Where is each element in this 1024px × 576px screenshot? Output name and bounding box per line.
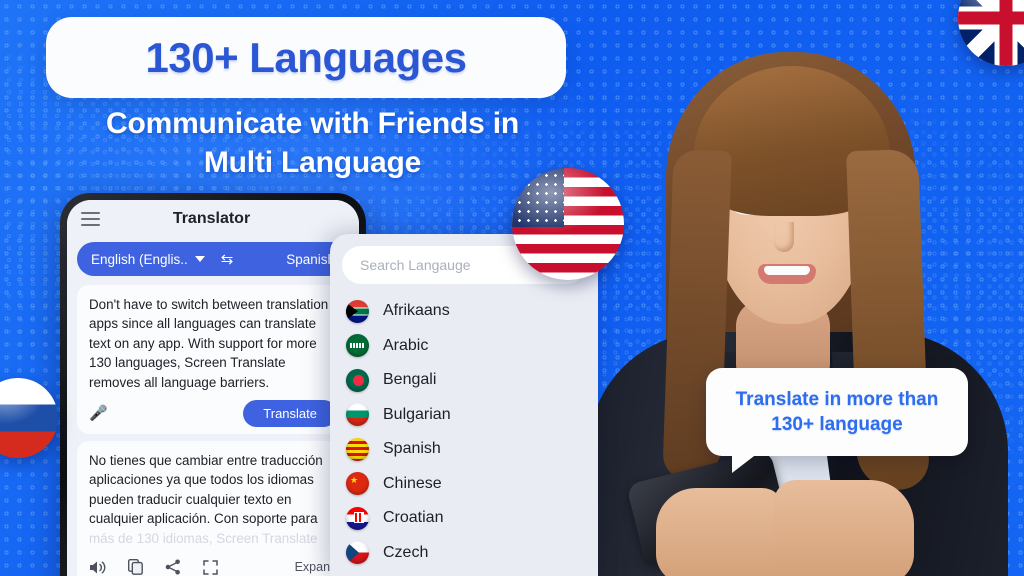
app-bar: Translator [67,200,359,238]
flag-badge-united-states [512,168,624,280]
language-list-item[interactable]: Czech [330,536,598,571]
russia-flag-icon [0,378,58,458]
copy-icon[interactable] [128,559,143,575]
language-name: Croatian [383,509,444,527]
flag-badge-united-kingdom [958,0,1024,66]
share-icon[interactable] [165,559,181,575]
swap-arrows-icon[interactable]: ⇆ [221,252,234,267]
hand-right [774,480,914,576]
uk-flag-cross [958,0,1024,66]
language-list-item[interactable]: Spanish [330,432,598,467]
source-language-selector[interactable]: English (Englis.. [91,252,205,267]
language-list-item[interactable]: Croatian [330,501,598,536]
hand-left [656,488,784,576]
language-name: Afrikaans [383,302,450,320]
language-list-item[interactable]: Bengali [330,363,598,398]
language-name: Czech [383,543,429,561]
fullscreen-icon[interactable] [203,559,218,575]
nose [774,222,794,252]
flag-czech-icon [346,541,369,565]
source-language-label: English (Englis.. [91,251,188,267]
us-flag-icon [512,168,624,280]
flag-catalonia-icon [346,437,369,461]
source-text[interactable]: Don't have to switch between translation… [89,295,337,392]
language-list-item[interactable]: Arabic [330,329,598,364]
us-flag-canton [512,168,564,228]
translate-button[interactable]: Translate [243,399,337,427]
result-text: No tienes que cambiar entre traducción a… [89,453,323,527]
headline-card: 130+ Languages [46,17,566,98]
language-name: Bulgarian [383,405,451,423]
language-list-item[interactable]: Afrikaans [330,294,598,329]
page-title: 130+ Languages [145,33,467,81]
callout-line-2: 130+ language [771,414,903,435]
chevron-down-icon[interactable] [194,256,205,262]
subtitle-line-2: Multi Language [203,146,422,179]
result-text-faded: más de 130 idiomas, Screen Translate [89,530,318,546]
language-name: Chinese [383,474,442,492]
flag-china-icon [346,472,369,496]
flag-croatia-icon [346,506,369,530]
teeth [764,266,810,275]
phone-mockup: Translator English (Englis.. ⇆ Spanish D… [60,193,366,576]
flag-saudi-arabia-icon [346,334,369,358]
callout-line-1: Translate in more than [735,389,939,410]
language-name: Bengali [383,371,437,389]
result-card-actions: Expand [89,554,337,576]
person-photo [560,0,1024,576]
source-card-actions: 🎤 Translate [89,399,337,427]
language-list-item[interactable]: Bulgarian [330,398,598,433]
language-name: Spanish [383,440,441,458]
app-title: Translator [172,210,251,227]
flag-badge-russia [0,378,58,458]
flag-south-africa-icon [346,299,369,323]
language-list-item[interactable]: Chinese [330,467,598,502]
language-name: Arabic [383,336,429,354]
source-text-card: Don't have to switch between translation… [77,285,349,435]
search-placeholder: Search Langauge [360,257,471,273]
hamburger-menu-icon[interactable] [81,211,100,227]
uk-flag-icon [958,0,1024,66]
speaker-icon[interactable] [89,560,106,575]
microphone-icon[interactable]: 🎤 [89,404,108,422]
target-language-label[interactable]: Spanish [286,252,335,267]
flag-bangladesh-icon [346,368,369,392]
callout-bubble: Translate in more than 130+ language [706,368,968,473]
language-picker-panel: Search Langauge Afrikaans Arabic Bengali Bu… [330,234,598,576]
promo-banner: 130+ Languages Communicate with Friends … [0,0,1024,576]
phone-screen: Translator English (Englis.. ⇆ Spanish D… [67,200,359,576]
language-list[interactable]: Afrikaans Arabic Bengali Bulgarian Spanish Ch… [330,294,598,570]
subtitle: Communicate with Friends in Multi Langua… [40,104,585,182]
subtitle-line-1: Communicate with Friends in [106,107,519,140]
language-selector-bar[interactable]: English (Englis.. ⇆ Spanish [77,242,349,276]
flag-bulgaria-icon [346,403,369,427]
result-text-card: No tienes que cambiar entre traducción a… [77,441,349,576]
